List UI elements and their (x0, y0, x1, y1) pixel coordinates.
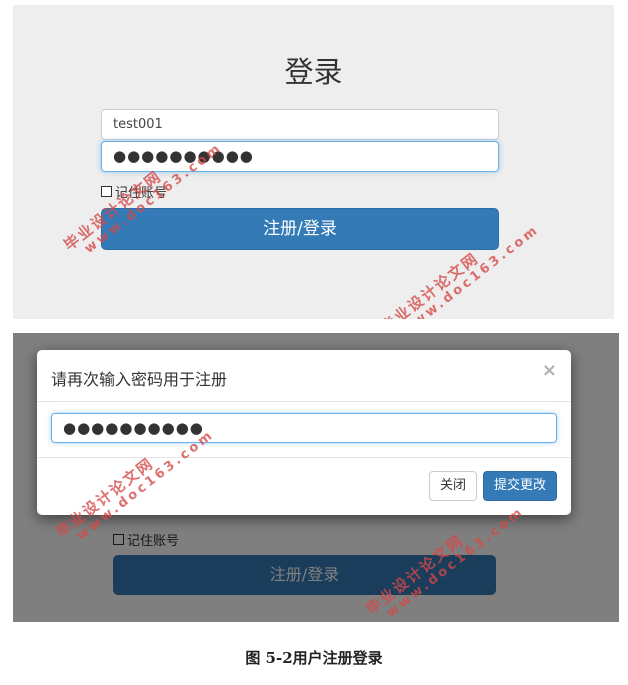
submit-changes-button[interactable]: 提交更改 (483, 471, 557, 501)
confirm-password-screenshot: 记住账号 注册/登录 请再次输入密码用于注册 × ●●●●●●●●●● 关闭 提… (13, 333, 619, 622)
close-icon[interactable]: × (542, 360, 557, 381)
checkbox-icon[interactable] (101, 186, 112, 197)
password-mask: ●●●●●●●●●● (63, 419, 204, 437)
password-input[interactable]: ●●●●●●●●●● (101, 141, 499, 172)
confirm-password-input[interactable]: ●●●●●●●●●● (51, 413, 557, 443)
remember-account-checkbox[interactable]: 记住账号 (101, 182, 167, 201)
password-mask: ●●●●●●●●●● (113, 147, 254, 165)
modal-header-divider (37, 401, 571, 402)
register-login-button[interactable]: 注册/登录 (101, 208, 499, 250)
close-button[interactable]: 关闭 (429, 471, 477, 501)
modal-title: 请再次输入密码用于注册 (51, 370, 228, 389)
username-value: test001 (113, 117, 163, 132)
login-screenshot: 登录 test001 ●●●●●●●●●● 记住账号 注册/登录 毕业设计论文网… (13, 5, 614, 319)
modal-footer-divider (37, 457, 571, 458)
confirm-password-modal: 请再次输入密码用于注册 × ●●●●●●●●●● 关闭 提交更改 (37, 350, 571, 515)
remember-account-label: 记住账号 (115, 186, 168, 201)
figure-caption: 图 5-2用户注册登录 (245, 649, 383, 667)
page-title: 登录 (284, 55, 343, 89)
username-input[interactable]: test001 (101, 109, 499, 140)
